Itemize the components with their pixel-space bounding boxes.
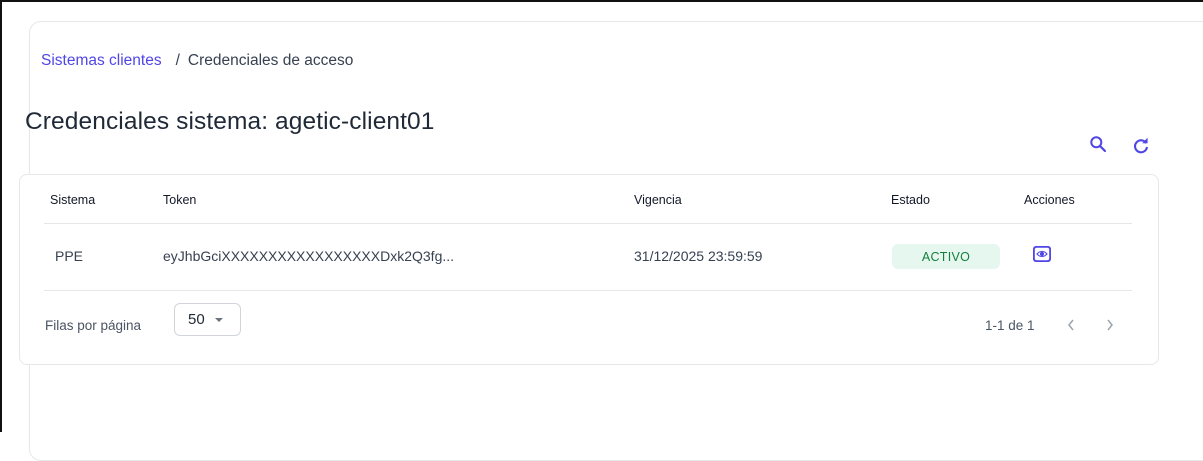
rows-per-page-label: Filas por página — [45, 318, 142, 333]
breadcrumb-separator: / — [175, 52, 180, 69]
cell-sistema: PPE — [55, 248, 84, 264]
breadcrumb-current: Credenciales de acceso — [187, 52, 354, 69]
search-button[interactable] — [1086, 132, 1110, 156]
search-icon — [1090, 136, 1107, 153]
header-divider — [44, 223, 1132, 224]
rows-per-page-select[interactable]: 50 — [174, 303, 241, 336]
refresh-button[interactable] — [1129, 134, 1153, 158]
page-title: Credenciales sistema: agetic-client01 — [25, 108, 435, 135]
pagination-range: 1-1 de 1 — [985, 318, 1035, 333]
column-header-estado: Estado — [891, 193, 930, 207]
next-page-button[interactable] — [1102, 316, 1118, 334]
cell-vigencia: 31/12/2025 23:59:59 — [634, 248, 763, 264]
column-header-sistema: Sistema — [50, 193, 96, 207]
breadcrumb-link-sistemas[interactable]: Sistemas clientes — [41, 52, 162, 70]
column-header-token: Token — [163, 193, 197, 207]
column-header-acciones: Acciones — [1024, 193, 1075, 207]
cell-token: eyJhbGciXXXXXXXXXXXXXXXXXDxk2Q3fg... — [163, 248, 455, 264]
chevron-right-icon — [1107, 319, 1113, 331]
column-header-vigencia: Vigencia — [634, 193, 682, 207]
breadcrumb: Sistemas clientes / Credenciales de acce… — [41, 52, 353, 70]
chevron-left-icon — [1068, 319, 1074, 331]
row-divider — [44, 290, 1132, 291]
view-credential-button[interactable] — [1031, 243, 1053, 265]
status-badge: ACTIVO — [892, 244, 1000, 269]
refresh-icon — [1134, 137, 1149, 154]
rows-per-page-value: 50 — [188, 311, 205, 328]
previous-page-button[interactable] — [1063, 316, 1079, 334]
chevron-down-icon — [214, 317, 223, 322]
eye-icon — [1033, 246, 1051, 262]
